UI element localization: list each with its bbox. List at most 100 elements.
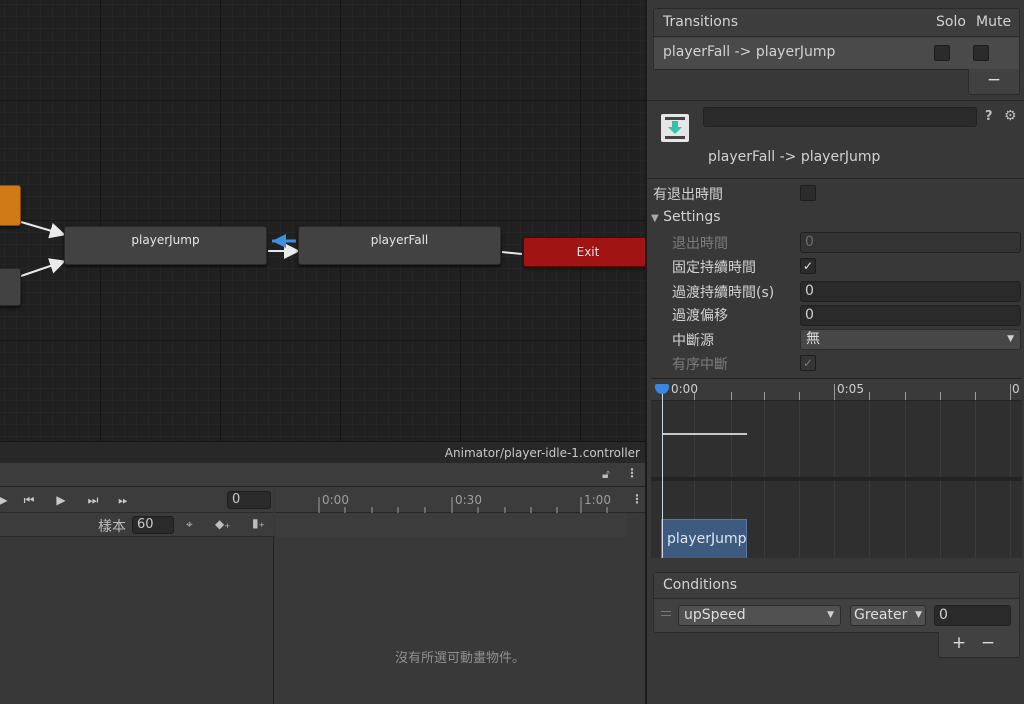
- animation-tab-bar: 🔓︎ ⋮: [0, 463, 645, 487]
- remove-transition-button[interactable]: −: [979, 70, 1009, 92]
- timeline-ruler[interactable]: 0:00 0:30 1:00 ⋮: [275, 487, 645, 513]
- condition-row: upSpeed ▼ Greater ▼ 0: [654, 600, 1019, 632]
- transition-preview[interactable]: 0:00 0:05 0 playerJump: [651, 378, 1022, 558]
- transitions-footer: −: [968, 69, 1020, 95]
- interruption-source-label: 中斷源: [672, 333, 714, 349]
- preview-tick: [799, 392, 800, 400]
- add-event-icon[interactable]: ▮₊: [252, 516, 265, 530]
- transitions-header: Transitions Solo Mute: [654, 9, 1019, 37]
- transition-name-field[interactable]: [703, 107, 977, 127]
- play-icon[interactable]: ▶: [50, 490, 72, 510]
- inspector-divider: [647, 100, 1024, 101]
- preview-tick: [764, 392, 765, 400]
- transition-row-name: playerFall -> playerJump: [663, 44, 836, 60]
- chevron-down-icon: ▼: [1007, 334, 1014, 344]
- next-keyframe-icon[interactable]: ⏭︎: [82, 490, 104, 510]
- chevron-down-icon: ▼: [915, 610, 922, 620]
- mute-checkbox[interactable]: [973, 45, 989, 61]
- preview-tick: [940, 392, 941, 400]
- record-icon[interactable]: ▶: [0, 490, 14, 510]
- transition-arrows-layer: [20, 221, 523, 277]
- state-node-entry[interactable]: [0, 185, 21, 226]
- preview-ruler[interactable]: 0:00 0:05 0: [651, 379, 1022, 401]
- first-keyframe-icon[interactable]: ⏮︎: [18, 490, 40, 510]
- preview-tick: [834, 384, 835, 400]
- blend-curve: [663, 433, 747, 435]
- ordered-interruption-label: 有序中斷: [672, 357, 728, 373]
- sample-row: 樣本 60 ⌖ ◆₊ ▮₊: [0, 513, 274, 537]
- transition-row[interactable]: playerFall -> playerJump: [654, 38, 1019, 69]
- settings-gear-icon[interactable]: ⚙: [1004, 108, 1017, 124]
- frame-input[interactable]: 0: [227, 491, 271, 509]
- foldout-arrow-icon: ▼: [651, 213, 659, 224]
- transition-fall-to-jump-arrowhead: [272, 234, 286, 248]
- event-row: [275, 513, 627, 537]
- state-node-playerfall[interactable]: playerFall: [298, 226, 501, 265]
- timeline-menu-icon[interactable]: ⋮: [631, 492, 643, 506]
- conditions-footer: + −: [938, 632, 1020, 658]
- animation-properties-panel: ▶ ⏮︎ ▶ ⏭︎ ⏩︎ 0 樣本 60 ⌖ ◆₊ ▮₊: [0, 487, 274, 704]
- has-exit-time-label: 有退出時間: [653, 187, 723, 203]
- transition-fall-to-exit[interactable]: [501, 251, 523, 255]
- preview-label-1: 0:05: [837, 382, 864, 396]
- remove-condition-button[interactable]: −: [973, 633, 1003, 655]
- state-node-offscreen[interactable]: [0, 268, 21, 306]
- transition-offset-field[interactable]: 0: [800, 305, 1021, 326]
- transition-grey-to-jump[interactable]: [20, 258, 66, 277]
- transition-duration-field[interactable]: 0: [800, 281, 1021, 302]
- drag-handle-icon[interactable]: [661, 611, 671, 616]
- no-animatable-message: 沒有所選可動畫物件。: [394, 651, 525, 666]
- condition-threshold-field[interactable]: 0: [934, 605, 1011, 626]
- help-icon[interactable]: ?: [985, 109, 993, 124]
- preview-tick: [905, 392, 906, 400]
- keyframe-filter-icon[interactable]: ⌖: [186, 517, 193, 532]
- conditions-title: Conditions: [663, 577, 738, 593]
- transitions-list: Transitions Solo Mute playerFall -> play…: [653, 8, 1020, 70]
- last-keyframe-icon[interactable]: ⏩︎: [112, 490, 134, 510]
- preview-tick: [869, 392, 870, 400]
- ordered-interruption-checkbox: ✓: [800, 355, 816, 371]
- conditions-header: Conditions: [654, 573, 1019, 599]
- playback-controls: ▶ ⏮︎ ▶ ⏭︎ ⏩︎ 0: [0, 487, 274, 513]
- preview-tick: [731, 392, 732, 400]
- interruption-source-value: 無: [806, 331, 820, 347]
- fixed-duration-checkbox[interactable]: ✓: [800, 258, 816, 274]
- transitions-title: Transitions: [663, 14, 738, 30]
- transition-icon-glyph: [665, 117, 685, 139]
- inspector-panel: Transitions Solo Mute playerFall -> play…: [645, 0, 1024, 704]
- preview-tick: [1010, 384, 1011, 400]
- sample-rate-input[interactable]: 60: [132, 516, 174, 534]
- exit-time-label: 退出時間: [672, 236, 728, 252]
- exit-time-field: 0: [800, 232, 1021, 253]
- animation-timeline[interactable]: 0:00 0:30 1:00 ⋮ 沒有所選可動畫物件。: [275, 487, 645, 704]
- solo-checkbox[interactable]: [934, 45, 950, 61]
- condition-mode-dropdown[interactable]: Greater ▼: [850, 605, 926, 626]
- has-exit-time-checkbox[interactable]: [800, 185, 816, 201]
- transition-orange-to-jump[interactable]: [20, 221, 66, 239]
- condition-parameter-dropdown[interactable]: upSpeed ▼: [678, 605, 841, 626]
- preview-clip-playerjump[interactable]: playerJump: [661, 519, 747, 558]
- timeline-label-0: 0:00: [322, 493, 349, 507]
- state-node-exit[interactable]: Exit: [523, 237, 645, 267]
- conditions-list: Conditions upSpeed ▼ Greater ▼ 0: [653, 572, 1020, 633]
- transition-duration-label: 過渡持續時間(s): [672, 285, 775, 301]
- preview-lanes: playerJump: [651, 401, 1022, 558]
- preview-label-2: 0: [1012, 382, 1020, 396]
- sample-label: 樣本: [98, 519, 126, 535]
- lock-icon[interactable]: 🔓︎: [602, 467, 610, 482]
- preview-playhead[interactable]: [662, 387, 663, 558]
- interruption-source-dropdown[interactable]: 無 ▼: [800, 329, 1021, 350]
- transition-subtitle: playerFall -> playerJump: [708, 149, 881, 165]
- preview-lane-divider: [651, 477, 1022, 481]
- more-menu-icon[interactable]: ⋮: [626, 466, 638, 480]
- settings-foldout[interactable]: ▼ Settings: [651, 209, 721, 225]
- condition-mode-value: Greater: [854, 607, 908, 623]
- animator-graph[interactable]: playerJump playerFall Exit: [0, 0, 645, 441]
- state-node-playerjump[interactable]: playerJump: [64, 226, 267, 265]
- add-keyframe-icon[interactable]: ◆₊: [215, 517, 231, 531]
- solo-header: Solo: [936, 14, 966, 30]
- fixed-duration-label: 固定持續時間: [672, 260, 756, 276]
- animation-window: 🔓︎ ⋮ ▶ ⏮︎ ▶ ⏭︎ ⏩︎ 0 樣本 60 ⌖ ◆₊ ▮₊ 0:00 0…: [0, 463, 645, 704]
- add-condition-button[interactable]: +: [944, 633, 974, 655]
- chevron-down-icon: ▼: [827, 610, 834, 620]
